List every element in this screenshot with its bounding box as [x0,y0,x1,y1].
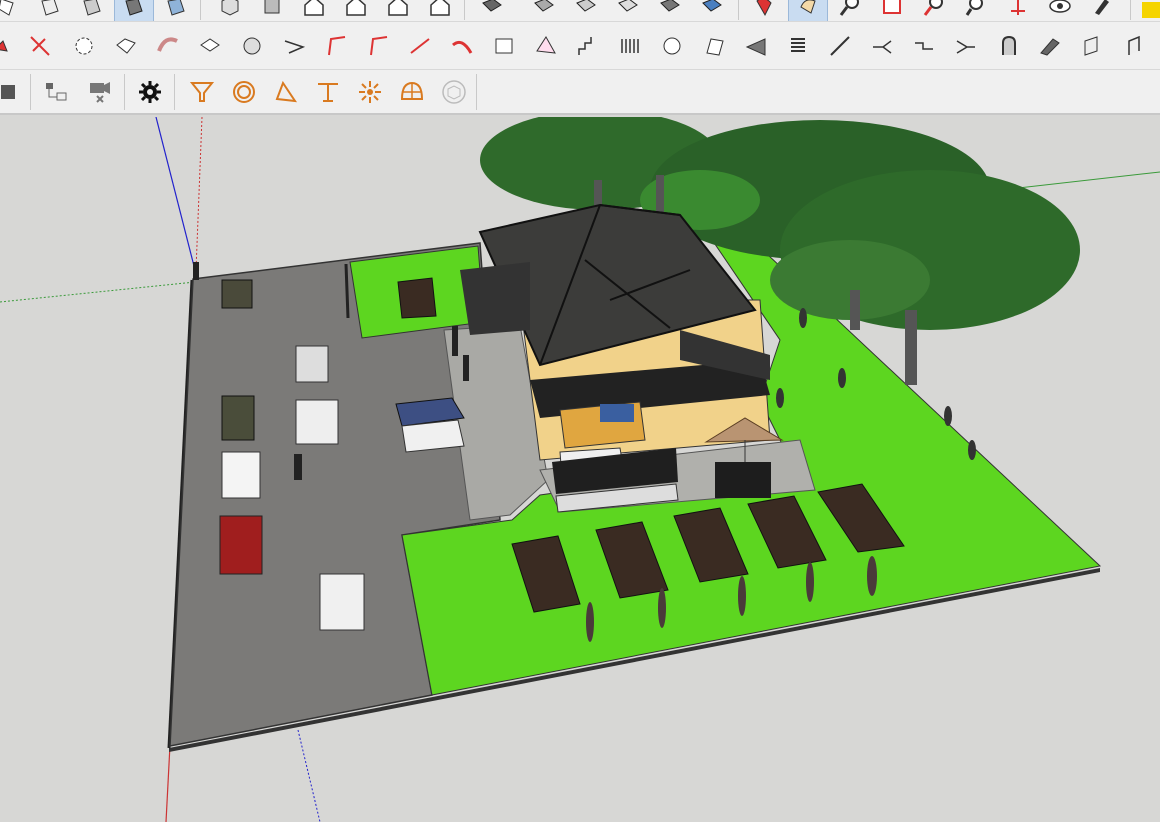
scale-tool-icon[interactable] [278,30,310,62]
extrude-path-icon[interactable] [446,30,478,62]
sandbox-stamp-icon[interactable] [748,0,780,21]
follow-me-icon[interactable] [110,30,142,62]
top-view-icon[interactable] [256,0,288,21]
front-view-icon[interactable] [298,0,330,21]
path-split-icon[interactable] [908,30,940,62]
styles-icon[interactable] [1086,0,1118,21]
paint-bucket-icon[interactable] [76,0,108,21]
sandbox-from-contours-icon[interactable] [654,0,686,21]
push-pull-icon[interactable] [160,0,192,21]
offset-tool-icon[interactable] [24,30,56,62]
section-plane-icon[interactable] [476,0,508,21]
position-camera-icon[interactable] [1002,0,1034,21]
back-view-icon[interactable] [382,0,414,21]
toolbar-row-3 [0,70,1160,115]
light-omni-icon[interactable] [228,76,260,108]
window-tool-icon[interactable] [1076,30,1108,62]
light-ies-icon[interactable] [312,76,344,108]
chamfer-icon[interactable] [320,30,352,62]
stack-tool-icon[interactable] [782,30,814,62]
section-cut-icon[interactable] [528,0,560,21]
light-area-icon[interactable] [270,76,302,108]
pen-line-icon[interactable] [824,30,856,62]
arc-tool-icon[interactable] [0,30,22,62]
path-merge-icon[interactable] [950,30,982,62]
box-tool-icon[interactable] [194,30,226,62]
fence-tool-icon[interactable] [614,30,646,62]
zoom-icon[interactable] [788,0,828,21]
hand-tool-icon[interactable] [656,30,688,62]
iso-view-icon[interactable] [214,0,246,21]
pyramid-tool-icon[interactable] [530,30,562,62]
camera-off-icon[interactable] [84,76,116,108]
walk-icon[interactable] [918,0,950,21]
square-stop-icon[interactable] [0,76,24,108]
right-view-icon[interactable] [340,0,372,21]
component-icon[interactable] [114,0,154,21]
roof-tool-icon[interactable] [488,30,520,62]
dome-light-icon[interactable] [396,76,428,108]
model-viewport[interactable] [0,117,1160,822]
straight-stair-icon[interactable] [1034,30,1066,62]
bend-tool-icon[interactable] [152,30,184,62]
light-sun-icon[interactable] [354,76,386,108]
stair-tool-icon[interactable] [572,30,604,62]
select-tool-icon[interactable] [0,0,24,21]
shadow-icon[interactable] [1044,0,1076,21]
spiral-stair-icon[interactable] [992,30,1024,62]
section-fill-icon[interactable] [570,0,602,21]
rotate-tool-icon[interactable] [68,30,100,62]
sandbox-smoove-icon[interactable] [696,0,728,21]
mirror-tool-icon[interactable] [740,30,772,62]
box-light-icon[interactable] [438,76,470,108]
settings-icon[interactable] [134,76,166,108]
fold-tool-icon[interactable] [698,30,730,62]
scene-tree-icon[interactable] [40,76,72,108]
fillet-icon[interactable] [362,30,394,62]
eraser-tool-icon[interactable] [34,0,66,21]
zoom-window-icon[interactable] [876,0,908,21]
sphere-tool-icon[interactable] [236,30,268,62]
door-tool-icon[interactable] [1118,30,1150,62]
zoom-extents-icon[interactable] [834,0,866,21]
cut-line-icon[interactable] [404,30,436,62]
path-fork-icon[interactable] [866,30,898,62]
warning-icon[interactable] [1142,2,1160,18]
left-view-icon[interactable] [424,0,456,21]
display-section-icon[interactable] [612,0,644,21]
toolbar-row-1 [0,0,1160,22]
toolbar-row-2 [0,22,1160,70]
look-around-icon[interactable] [960,0,992,21]
light-spot-icon[interactable] [186,76,218,108]
